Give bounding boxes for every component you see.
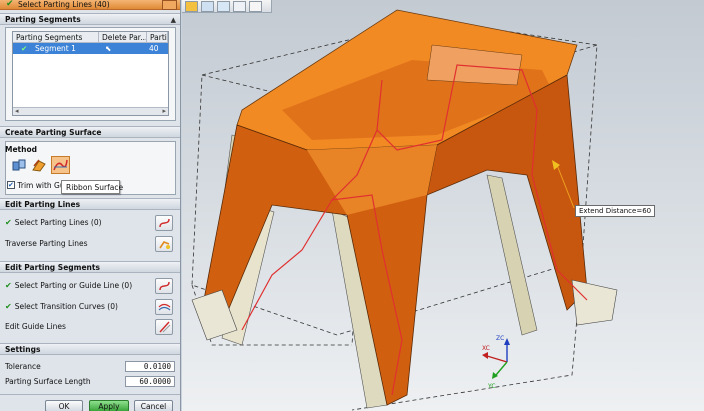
segment-name: Segment 1 xyxy=(35,44,76,53)
column-header[interactable]: Parting Segments xyxy=(13,32,99,43)
select-transition-button[interactable] xyxy=(155,299,173,315)
transition-curve-icon xyxy=(158,303,171,311)
checkbox-icon[interactable]: ✔ xyxy=(7,181,15,189)
image-icon[interactable] xyxy=(233,1,246,12)
select-transition-row[interactable]: ✔ Select Transition Curves (0) xyxy=(5,301,118,313)
document-icon[interactable] xyxy=(249,1,262,12)
select-parting-lines-row[interactable]: ✔ Select Parting Lines (0) xyxy=(5,217,102,229)
check-icon: ✔ xyxy=(5,302,12,311)
select-curve-button[interactable] xyxy=(155,215,173,231)
stool-body xyxy=(201,9,588,406)
edit-parting-segments-header[interactable]: Edit Parting Segments xyxy=(0,261,180,273)
3d-viewport[interactable]: Extend Distance=60 ZC XC YC xyxy=(182,0,704,411)
table-row[interactable]: ✔ Segment 1 ⬉ 40 xyxy=(13,43,168,54)
check-icon: ✔ xyxy=(5,281,12,290)
scroll-left-icon[interactable]: ◂ xyxy=(15,107,19,115)
check-icon: ✔ xyxy=(5,218,12,227)
parting-segments-table[interactable]: Parting Segments Delete Par... Partin ✔ … xyxy=(12,31,169,116)
row-label: Select Transition Curves (0) xyxy=(14,302,118,311)
row-label: Select Parting or Guide Line (0) xyxy=(14,281,133,290)
apply-button[interactable]: Apply xyxy=(89,400,129,411)
section-title: Parting Segments xyxy=(5,15,81,24)
select-guide-line-row[interactable]: ✔ Select Parting or Guide Line (0) xyxy=(5,280,132,292)
select-parting-lines-bar[interactable]: ✔ Select Parting Lines (40) xyxy=(0,0,180,10)
surface-length-label: Parting Surface Length xyxy=(5,377,91,386)
divider xyxy=(0,394,180,395)
parting-segments-header[interactable]: Parting Segments ▲ xyxy=(0,13,180,26)
trim-label: Trim with Gu xyxy=(17,181,65,190)
edit-parting-lines-header[interactable]: Edit Parting Lines xyxy=(0,198,180,210)
check-icon: ✔ xyxy=(21,44,28,53)
method-label: Method xyxy=(5,145,37,154)
sweep-method-icon[interactable] xyxy=(31,158,47,173)
traverse-icon xyxy=(159,241,170,249)
edit-guide-lines-label: Edit Guide Lines xyxy=(5,322,66,331)
y-axis-label: YC xyxy=(488,383,496,390)
create-parting-surface-header[interactable]: Create Parting Surface xyxy=(0,126,180,138)
extrude-method-icon[interactable] xyxy=(11,158,27,173)
view-toolbar xyxy=(182,0,272,13)
column-header[interactable]: Delete Par... xyxy=(99,32,147,43)
ribbon-surface-method-icon[interactable] xyxy=(51,156,70,174)
x-axis-label: XC xyxy=(482,345,490,352)
cancel-button[interactable]: Cancel xyxy=(134,400,173,411)
section-title: Edit Parting Segments xyxy=(5,263,100,272)
curve-icon xyxy=(159,281,170,291)
trim-with-guides-checkbox[interactable]: ✔ Trim with Gu xyxy=(7,180,65,192)
row-label: Select Parting Lines (0) xyxy=(14,218,102,227)
collapse-icon[interactable]: ▲ xyxy=(171,14,176,26)
chart-icon[interactable] xyxy=(201,1,214,12)
segment-count: 40 xyxy=(149,44,159,53)
tolerance-label: Tolerance xyxy=(5,362,41,371)
check-icon: ✔ xyxy=(6,0,14,9)
select-guide-button[interactable] xyxy=(155,278,173,294)
section-title: Create Parting Surface xyxy=(5,128,102,137)
section-title: Settings xyxy=(5,345,41,354)
parting-surface-dialog: ✔ Select Parting Lines (40) Parting Segm… xyxy=(0,0,181,411)
tooltip: Ribbon Surface xyxy=(61,180,123,194)
window-icon[interactable] xyxy=(217,1,230,12)
guide-line-icon xyxy=(159,321,171,333)
traverse-button[interactable] xyxy=(155,236,173,252)
edit-guide-button[interactable] xyxy=(155,319,173,335)
tolerance-field[interactable]: 0.0100 xyxy=(125,361,175,372)
settings-header[interactable]: Settings xyxy=(0,343,180,355)
star-icon[interactable] xyxy=(185,1,198,12)
curve-select-icon[interactable] xyxy=(162,0,177,10)
horizontal-scrollbar[interactable]: ◂ ▸ xyxy=(13,107,168,115)
traverse-parting-lines-label: Traverse Parting Lines xyxy=(5,239,88,248)
column-header[interactable]: Partin xyxy=(147,32,168,43)
ok-button[interactable]: OK xyxy=(45,400,83,411)
z-axis-label: ZC xyxy=(496,335,505,342)
delete-cursor-icon[interactable]: ⬉ xyxy=(105,43,111,54)
extend-distance-label[interactable]: Extend Distance=60 xyxy=(575,205,656,217)
curve-icon xyxy=(159,218,170,228)
surface-length-field[interactable]: 60.0000 xyxy=(125,376,175,387)
scroll-right-icon[interactable]: ▸ xyxy=(162,107,166,115)
section-title: Edit Parting Lines xyxy=(5,200,81,209)
select-parting-lines-label: Select Parting Lines (40) xyxy=(18,0,110,9)
